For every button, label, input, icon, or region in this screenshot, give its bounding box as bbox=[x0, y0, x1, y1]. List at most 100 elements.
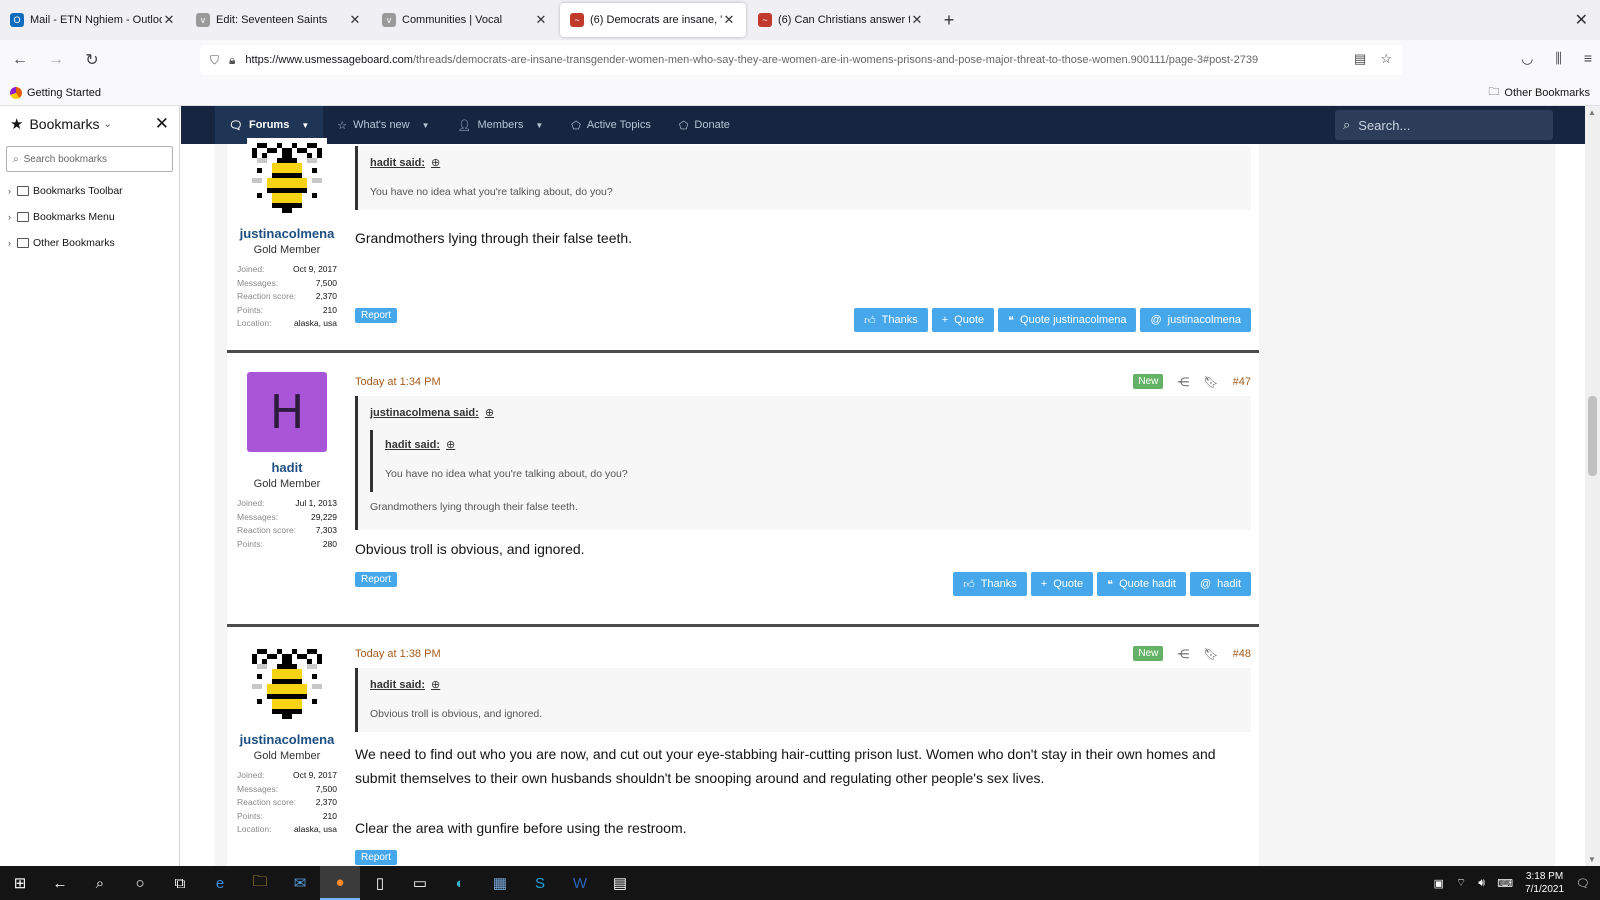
bookmark-other-bookmarks[interactable]: 🗀︎ Other Bookmarks bbox=[1488, 83, 1590, 102]
post-number[interactable]: #47 bbox=[1233, 376, 1251, 388]
quote-author-label[interactable]: hadit said: bbox=[370, 157, 425, 169]
tab-outlook[interactable]: O Mail - ETN Nghiem - Outlook ✕ bbox=[0, 0, 186, 40]
mention-button[interactable]: @ justinacolmena bbox=[1140, 308, 1251, 332]
post-number[interactable]: #48 bbox=[1233, 648, 1251, 660]
points-value[interactable]: 210 bbox=[323, 305, 337, 319]
word-icon[interactable]: W bbox=[560, 866, 600, 900]
bookmark-icon[interactable]: 🔖︎ bbox=[1203, 375, 1218, 389]
cortana-icon[interactable]: ○ bbox=[120, 866, 160, 900]
bookmark-star-icon[interactable]: ☆ bbox=[1380, 51, 1392, 67]
chevron-down-icon[interactable]: ▼ bbox=[422, 121, 430, 130]
clock[interactable]: 3:18 PM 7/1/2021 bbox=[1525, 870, 1564, 896]
report-button[interactable]: Report bbox=[355, 572, 398, 587]
tab-democrats-thread[interactable]: ~ (6) Democrats are insane, "Trans ✕ bbox=[560, 3, 746, 37]
close-tab-icon[interactable]: ✕ bbox=[722, 12, 736, 28]
quote-user-button[interactable]: ❝ Quote justinacolmena bbox=[998, 308, 1137, 332]
menu-icon[interactable]: ≡ bbox=[1584, 50, 1592, 67]
back-icon[interactable]: ← bbox=[4, 44, 36, 76]
messages-value[interactable]: 7,500 bbox=[316, 784, 337, 798]
report-button[interactable]: Report bbox=[355, 850, 398, 865]
quote-user-button[interactable]: ❝ Quote hadit bbox=[1097, 572, 1186, 596]
edge-icon[interactable]: ◐ bbox=[440, 866, 480, 900]
forward-icon[interactable]: → bbox=[40, 44, 72, 76]
close-tab-icon[interactable]: ✕ bbox=[910, 12, 924, 28]
location-value[interactable]: alaska, usa bbox=[294, 318, 337, 332]
jump-up-icon[interactable]: ⊕ bbox=[431, 156, 440, 169]
quote-author[interactable]: hadit said: ⊕ bbox=[385, 430, 1238, 452]
share-icon[interactable]: ⋲ bbox=[1177, 375, 1189, 389]
jump-up-icon[interactable]: ⊕ bbox=[485, 406, 494, 419]
scroll-down-icon[interactable]: ▼ bbox=[1588, 855, 1596, 864]
quote-author[interactable]: hadit said: ⊕ bbox=[370, 668, 1251, 692]
points-value[interactable]: 210 bbox=[323, 811, 337, 825]
quote-author[interactable]: hadit said: ⊕ bbox=[370, 146, 1251, 170]
username[interactable]: hadit bbox=[227, 460, 347, 475]
volume-icon[interactable]: 🔊︎ bbox=[1478, 877, 1485, 890]
username[interactable]: justinacolmena bbox=[227, 226, 347, 241]
jump-up-icon[interactable]: ⊕ bbox=[446, 438, 455, 451]
bookmark-getting-started[interactable]: Getting Started bbox=[10, 86, 101, 99]
chevron-down-icon[interactable]: ▼ bbox=[301, 121, 309, 130]
forum-search-input[interactable]: ⌕ Search... bbox=[1335, 110, 1553, 140]
sidebar-item-other-bookmarks[interactable]: › Other Bookmarks bbox=[0, 230, 179, 256]
firefox-icon[interactable]: ● bbox=[320, 866, 360, 900]
notification-icon[interactable]: 🗨︎ bbox=[1576, 877, 1590, 890]
library-icon[interactable]: ⫼ bbox=[1555, 50, 1561, 67]
search-icon[interactable]: ⌕ bbox=[80, 866, 120, 900]
sidebar-item-bookmarks-menu[interactable]: › Bookmarks Menu bbox=[0, 204, 179, 230]
notepad-icon[interactable]: ▯ bbox=[360, 866, 400, 900]
messages-value[interactable]: 7,500 bbox=[316, 278, 337, 292]
scroll-up-icon[interactable]: ▲ bbox=[1588, 108, 1596, 117]
messages-value[interactable]: 29,229 bbox=[311, 512, 337, 526]
thanks-button[interactable]: 👍︎ Thanks bbox=[854, 308, 928, 332]
quote-author[interactable]: justinacolmena said: ⊕ bbox=[370, 396, 1251, 420]
window-close-icon[interactable]: ✕ bbox=[1575, 10, 1588, 30]
windows-start-icon[interactable]: ⊞ bbox=[0, 866, 40, 900]
avatar[interactable] bbox=[247, 138, 327, 218]
shield-icon[interactable]: ⛉ bbox=[210, 53, 219, 68]
document-icon[interactable]: ▤ bbox=[600, 866, 640, 900]
calculator-icon[interactable]: ▦ bbox=[480, 866, 520, 900]
report-button[interactable]: Report bbox=[355, 308, 398, 323]
search-bookmarks-input[interactable]: ⌕ Search bookmarks bbox=[6, 146, 173, 172]
task-view-icon[interactable]: ⧉ bbox=[160, 866, 200, 900]
terminal-icon[interactable]: ▭ bbox=[400, 866, 440, 900]
bookmark-icon[interactable]: 🔖︎ bbox=[1203, 647, 1218, 661]
location-value[interactable]: alaska, usa bbox=[294, 824, 337, 838]
tab-communities-vocal[interactable]: v Communities | Vocal ✕ bbox=[372, 0, 558, 40]
quote-author-label[interactable]: justinacolmena said: bbox=[370, 407, 479, 419]
chevron-down-icon[interactable]: ▼ bbox=[535, 121, 543, 130]
sidebar-item-bookmarks-toolbar[interactable]: › Bookmarks Toolbar bbox=[0, 178, 179, 204]
tab-christians-thread[interactable]: ~ (6) Can Christians answer trollin ✕ bbox=[748, 0, 934, 40]
internet-explorer-icon[interactable]: e bbox=[200, 866, 240, 900]
post-timestamp[interactable]: Today at 1:34 PM bbox=[355, 376, 441, 388]
network-icon[interactable]: ⌔ bbox=[1456, 876, 1466, 890]
username[interactable]: justinacolmena bbox=[227, 732, 347, 747]
reload-icon[interactable]: ↻ bbox=[76, 44, 108, 76]
skype-icon[interactable]: S bbox=[520, 866, 560, 900]
mention-button[interactable]: @ hadit bbox=[1189, 572, 1251, 596]
reader-view-icon[interactable]: ▤ bbox=[1354, 51, 1366, 67]
quote-author-label[interactable]: hadit said: bbox=[385, 439, 440, 451]
back-icon[interactable]: ← bbox=[40, 866, 80, 900]
share-icon[interactable]: ⋲ bbox=[1177, 647, 1189, 661]
sidebar-title[interactable]: Bookmarks bbox=[29, 116, 99, 132]
quote-button[interactable]: + Quote bbox=[1030, 572, 1094, 596]
quote-button[interactable]: + Quote bbox=[931, 308, 995, 332]
tray-app-icon[interactable]: ▣ bbox=[1434, 877, 1444, 890]
avatar[interactable] bbox=[247, 644, 327, 724]
close-tab-icon[interactable]: ✕ bbox=[534, 12, 548, 28]
mail-icon[interactable]: ✉ bbox=[280, 866, 320, 900]
tab-seventeen-saints[interactable]: v Edit: Seventeen Saints ✕ bbox=[186, 0, 372, 40]
chevron-right-icon[interactable]: › bbox=[8, 238, 11, 248]
file-explorer-icon[interactable]: 🗀︎ bbox=[240, 866, 280, 900]
scrollbar-thumb[interactable] bbox=[1588, 396, 1597, 476]
points-value[interactable]: 280 bbox=[323, 539, 337, 553]
chevron-right-icon[interactable]: › bbox=[8, 212, 11, 222]
close-tab-icon[interactable]: ✕ bbox=[162, 12, 176, 28]
pocket-icon[interactable]: ◡ bbox=[1521, 50, 1533, 67]
post-timestamp[interactable]: Today at 1:38 PM bbox=[355, 648, 441, 660]
quote-author-label[interactable]: hadit said: bbox=[370, 679, 425, 691]
close-icon[interactable]: ✕ bbox=[155, 114, 169, 134]
chevron-right-icon[interactable]: › bbox=[8, 186, 11, 196]
